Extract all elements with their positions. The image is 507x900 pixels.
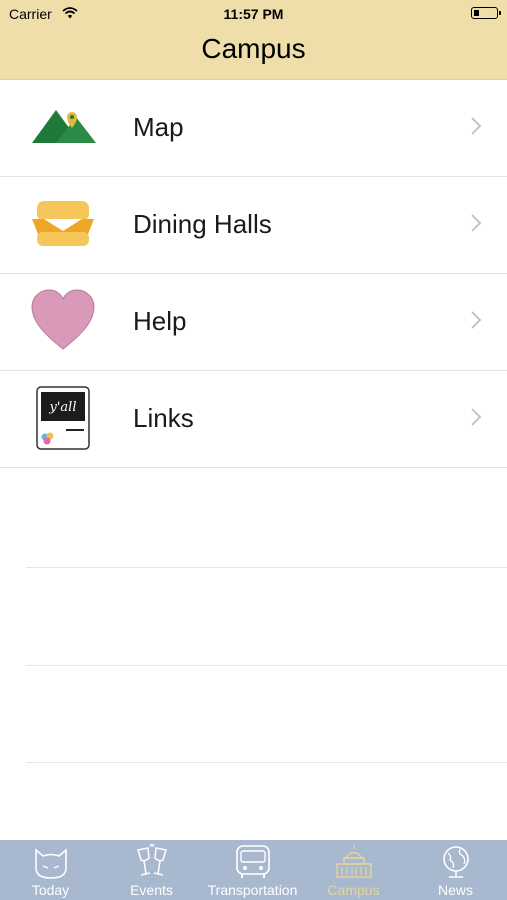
tab-today[interactable]: Today <box>0 840 101 900</box>
mountain-map-pin-icon <box>30 95 96 161</box>
empty-row-separator <box>26 762 507 763</box>
navigation-bar: Carrier 11:57 PM Campus <box>0 0 507 80</box>
cat-face-icon <box>34 848 67 879</box>
chevron-right-icon <box>469 116 483 136</box>
tab-events[interactable]: Events <box>101 840 202 900</box>
campus-list: Map Dining Halls Help y'all Links <box>0 80 507 468</box>
status-bar: Carrier 11:57 PM <box>0 0 507 28</box>
tab-label: Campus <box>327 882 380 898</box>
bus-icon <box>235 845 270 878</box>
empty-row-separator <box>26 665 507 666</box>
list-item-label: Map <box>133 112 184 142</box>
list-item-label: Dining Halls <box>133 209 272 239</box>
tab-label: Today <box>31 882 70 898</box>
globe-icon <box>442 846 469 878</box>
champagne-glasses-icon <box>136 844 167 876</box>
list-item-label: Links <box>133 403 194 433</box>
tab-news[interactable]: News <box>404 840 507 900</box>
chevron-right-icon <box>469 310 483 330</box>
tab-campus[interactable]: Campus <box>303 840 404 900</box>
yall-card-icon: y'all <box>30 386 96 452</box>
list-item-help[interactable]: Help <box>0 274 507 371</box>
tab-label: Events <box>130 882 173 898</box>
heart-icon <box>30 289 96 355</box>
clock: 11:57 PM <box>223 6 284 22</box>
list-item-label: Help <box>133 306 187 336</box>
tab-bar: Today Events Transportation Campus News <box>0 840 507 900</box>
list-item-dining-halls[interactable]: Dining Halls <box>0 177 507 274</box>
sandwich-icon <box>30 192 96 258</box>
chevron-right-icon <box>469 213 483 233</box>
tab-label: News <box>437 882 473 898</box>
capitol-building-icon <box>335 845 372 878</box>
battery-icon <box>471 7 501 19</box>
tab-transportation[interactable]: Transportation <box>202 840 303 900</box>
page-title: Campus <box>201 33 306 64</box>
list-item-map[interactable]: Map <box>0 80 507 177</box>
empty-row-separator <box>26 567 507 568</box>
yall-logo-text: y'all <box>49 400 77 415</box>
tab-label: Transportation <box>207 882 298 898</box>
list-item-links[interactable]: y'all Links <box>0 371 507 468</box>
chevron-right-icon <box>469 407 483 427</box>
